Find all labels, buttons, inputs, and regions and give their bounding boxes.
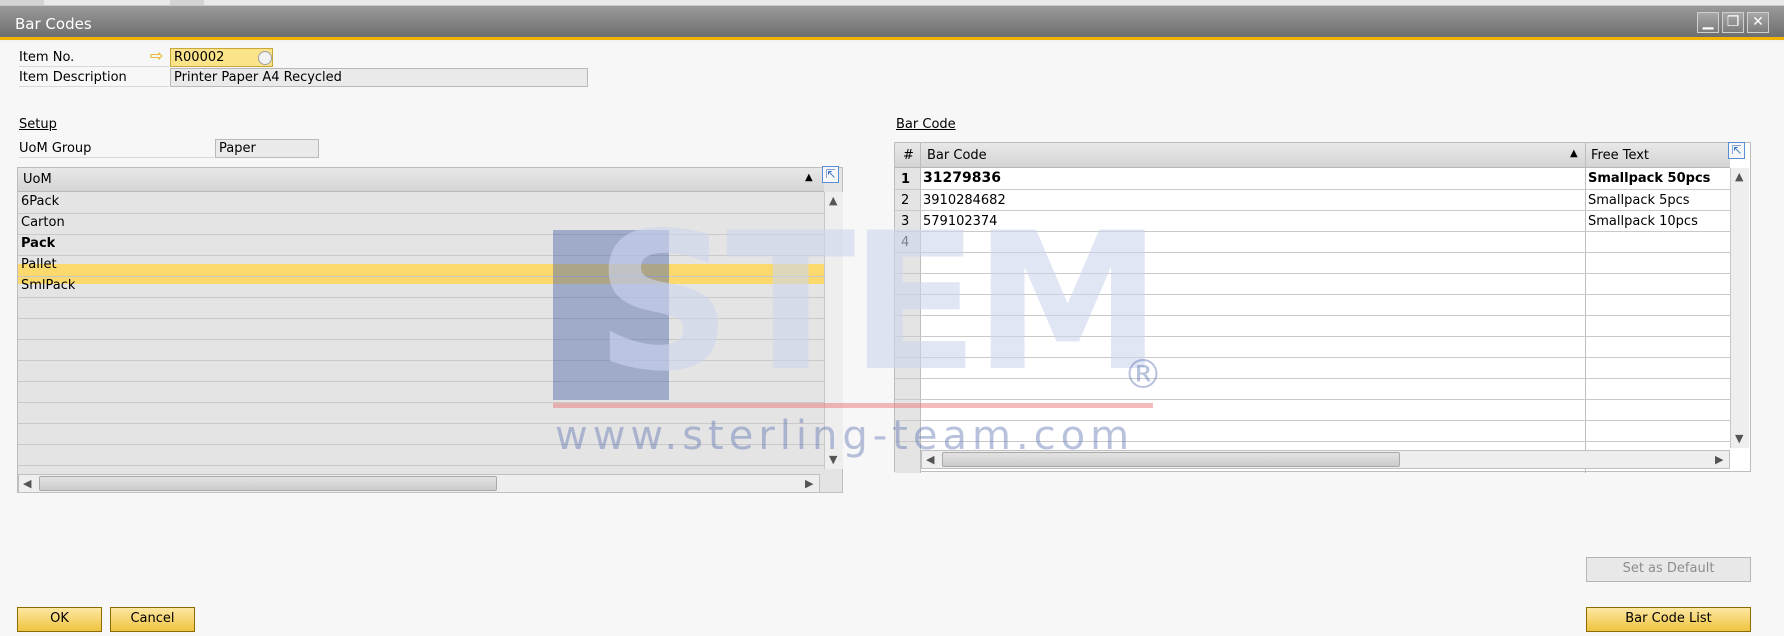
uom-group-underline	[19, 157, 214, 158]
row-divider	[18, 318, 824, 319]
uom-row-smlpack[interactable]: SmlPack	[21, 278, 75, 293]
scroll-up-icon[interactable]: ▲	[1735, 170, 1743, 183]
scroll-left-icon[interactable]: ◀	[23, 477, 31, 490]
row-number: 1	[901, 172, 911, 187]
row-divider	[895, 441, 1730, 442]
uom-row-6pack[interactable]: 6Pack	[21, 194, 59, 209]
expand-grid-icon[interactable]: ⇱	[1728, 142, 1745, 159]
minimize-button[interactable]: ▁	[1697, 12, 1719, 33]
row-divider	[18, 381, 824, 382]
lookup-icon[interactable]	[258, 51, 272, 65]
item-no-underline	[19, 66, 169, 67]
bar-code-cell[interactable]: 3910284682	[923, 193, 1006, 208]
row-divider	[895, 294, 1730, 295]
ok-button[interactable]: OK	[17, 607, 102, 632]
expand-grid-icon[interactable]: ⇱	[822, 166, 839, 183]
arrow-right-icon[interactable]: ⇨	[150, 46, 163, 65]
scroll-right-icon[interactable]: ▶	[805, 477, 813, 490]
row-number: 2	[901, 193, 910, 208]
bar-code-section-title[interactable]: Bar Code	[896, 117, 956, 132]
top-tab[interactable]	[0, 0, 44, 5]
form-content: Item No. ⇨ R00002 Item Description Print…	[0, 43, 1784, 636]
row-divider	[18, 465, 824, 466]
scroll-left-icon[interactable]: ◀	[926, 453, 934, 466]
scroll-down-icon[interactable]: ▼	[829, 453, 837, 466]
uom-column-header[interactable]: UoM ▲	[18, 168, 824, 192]
top-tab[interactable]	[170, 0, 204, 5]
window-title: Bar Codes	[15, 15, 92, 33]
sort-ascending-icon[interactable]: ▲	[1570, 148, 1578, 159]
uom-grid: UoM ▲ 6Pack Carton Pack Pallet SmlPack ▲…	[17, 167, 843, 493]
bar-code-vertical-scrollbar[interactable]: ▲ ▼	[1730, 168, 1749, 448]
setup-section-title[interactable]: Setup	[19, 117, 57, 132]
selected-row-highlight	[18, 264, 824, 284]
column-free-text[interactable]: Free Text	[1591, 148, 1649, 163]
row-divider	[895, 357, 1730, 358]
row-divider	[895, 336, 1730, 337]
row-divider	[895, 252, 1730, 253]
uom-group-field: Paper	[215, 139, 319, 158]
row-divider	[895, 210, 1730, 211]
row-divider	[18, 444, 824, 445]
free-text-cell[interactable]: Smallpack 5pcs	[1588, 193, 1690, 208]
scroll-up-icon[interactable]: ▲	[829, 194, 837, 207]
row-divider	[18, 297, 824, 298]
item-description-underline	[19, 86, 169, 87]
scroll-thumb[interactable]	[39, 476, 497, 491]
uom-row-pallet[interactable]: Pallet	[21, 257, 57, 272]
row-divider	[18, 423, 824, 424]
row-divider	[18, 402, 824, 403]
item-no-label: Item No.	[19, 50, 75, 65]
row-divider	[18, 255, 824, 256]
row-divider	[18, 276, 824, 277]
bar-code-horizontal-scrollbar[interactable]: ◀ ▶	[921, 450, 1730, 469]
cancel-button[interactable]: Cancel	[110, 607, 195, 632]
row-divider	[895, 399, 1730, 400]
row-number: 4	[901, 235, 910, 250]
item-description-label: Item Description	[19, 70, 127, 85]
row-divider	[895, 378, 1730, 379]
row-divider	[895, 231, 1730, 232]
uom-vertical-scrollbar[interactable]: ▲ ▼	[824, 192, 843, 469]
column-num[interactable]: #	[903, 148, 914, 163]
bar-code-cell[interactable]: 579102374	[923, 214, 997, 229]
uom-column-label: UoM	[23, 172, 52, 187]
sort-ascending-icon[interactable]: ▲	[805, 172, 813, 183]
set-as-default-button[interactable]: Set as Default	[1586, 557, 1751, 582]
scroll-thumb[interactable]	[942, 452, 1400, 467]
uom-group-label: UoM Group	[19, 141, 92, 156]
row-divider	[895, 189, 1730, 190]
column-divider	[920, 143, 921, 473]
title-bar: Bar Codes ▁ ❐ ✕	[0, 6, 1784, 40]
item-description-field: Printer Paper A4 Recycled	[170, 68, 588, 87]
row-divider	[18, 360, 824, 361]
scroll-down-icon[interactable]: ▼	[1735, 432, 1743, 445]
uom-row-carton[interactable]: Carton	[21, 215, 65, 230]
close-button[interactable]: ✕	[1747, 12, 1769, 33]
free-text-cell[interactable]: Smallpack 50pcs	[1588, 171, 1710, 186]
row-divider	[18, 213, 824, 214]
bar-code-cell[interactable]: 31279836	[923, 170, 1001, 186]
scroll-right-icon[interactable]: ▶	[1715, 453, 1723, 466]
uom-row-pack[interactable]: Pack	[21, 236, 55, 251]
uom-horizontal-scrollbar[interactable]: ◀ ▶	[18, 474, 820, 493]
bar-code-header: # Bar Code ▲ Free Text	[895, 143, 1730, 168]
row-divider	[18, 234, 824, 235]
column-bar-code[interactable]: Bar Code	[927, 148, 987, 163]
row-divider	[18, 339, 824, 340]
row-divider	[895, 315, 1730, 316]
restore-button[interactable]: ❐	[1722, 12, 1744, 33]
bar-code-grid: # Bar Code ▲ Free Text 1 31279836 Smallp…	[894, 142, 1751, 473]
row-divider	[895, 273, 1730, 274]
bar-code-list-button[interactable]: Bar Code List	[1586, 607, 1751, 632]
row-number: 3	[901, 214, 910, 229]
free-text-cell[interactable]: Smallpack 10pcs	[1588, 214, 1698, 229]
row-divider	[895, 420, 1730, 421]
column-divider	[1585, 143, 1586, 473]
